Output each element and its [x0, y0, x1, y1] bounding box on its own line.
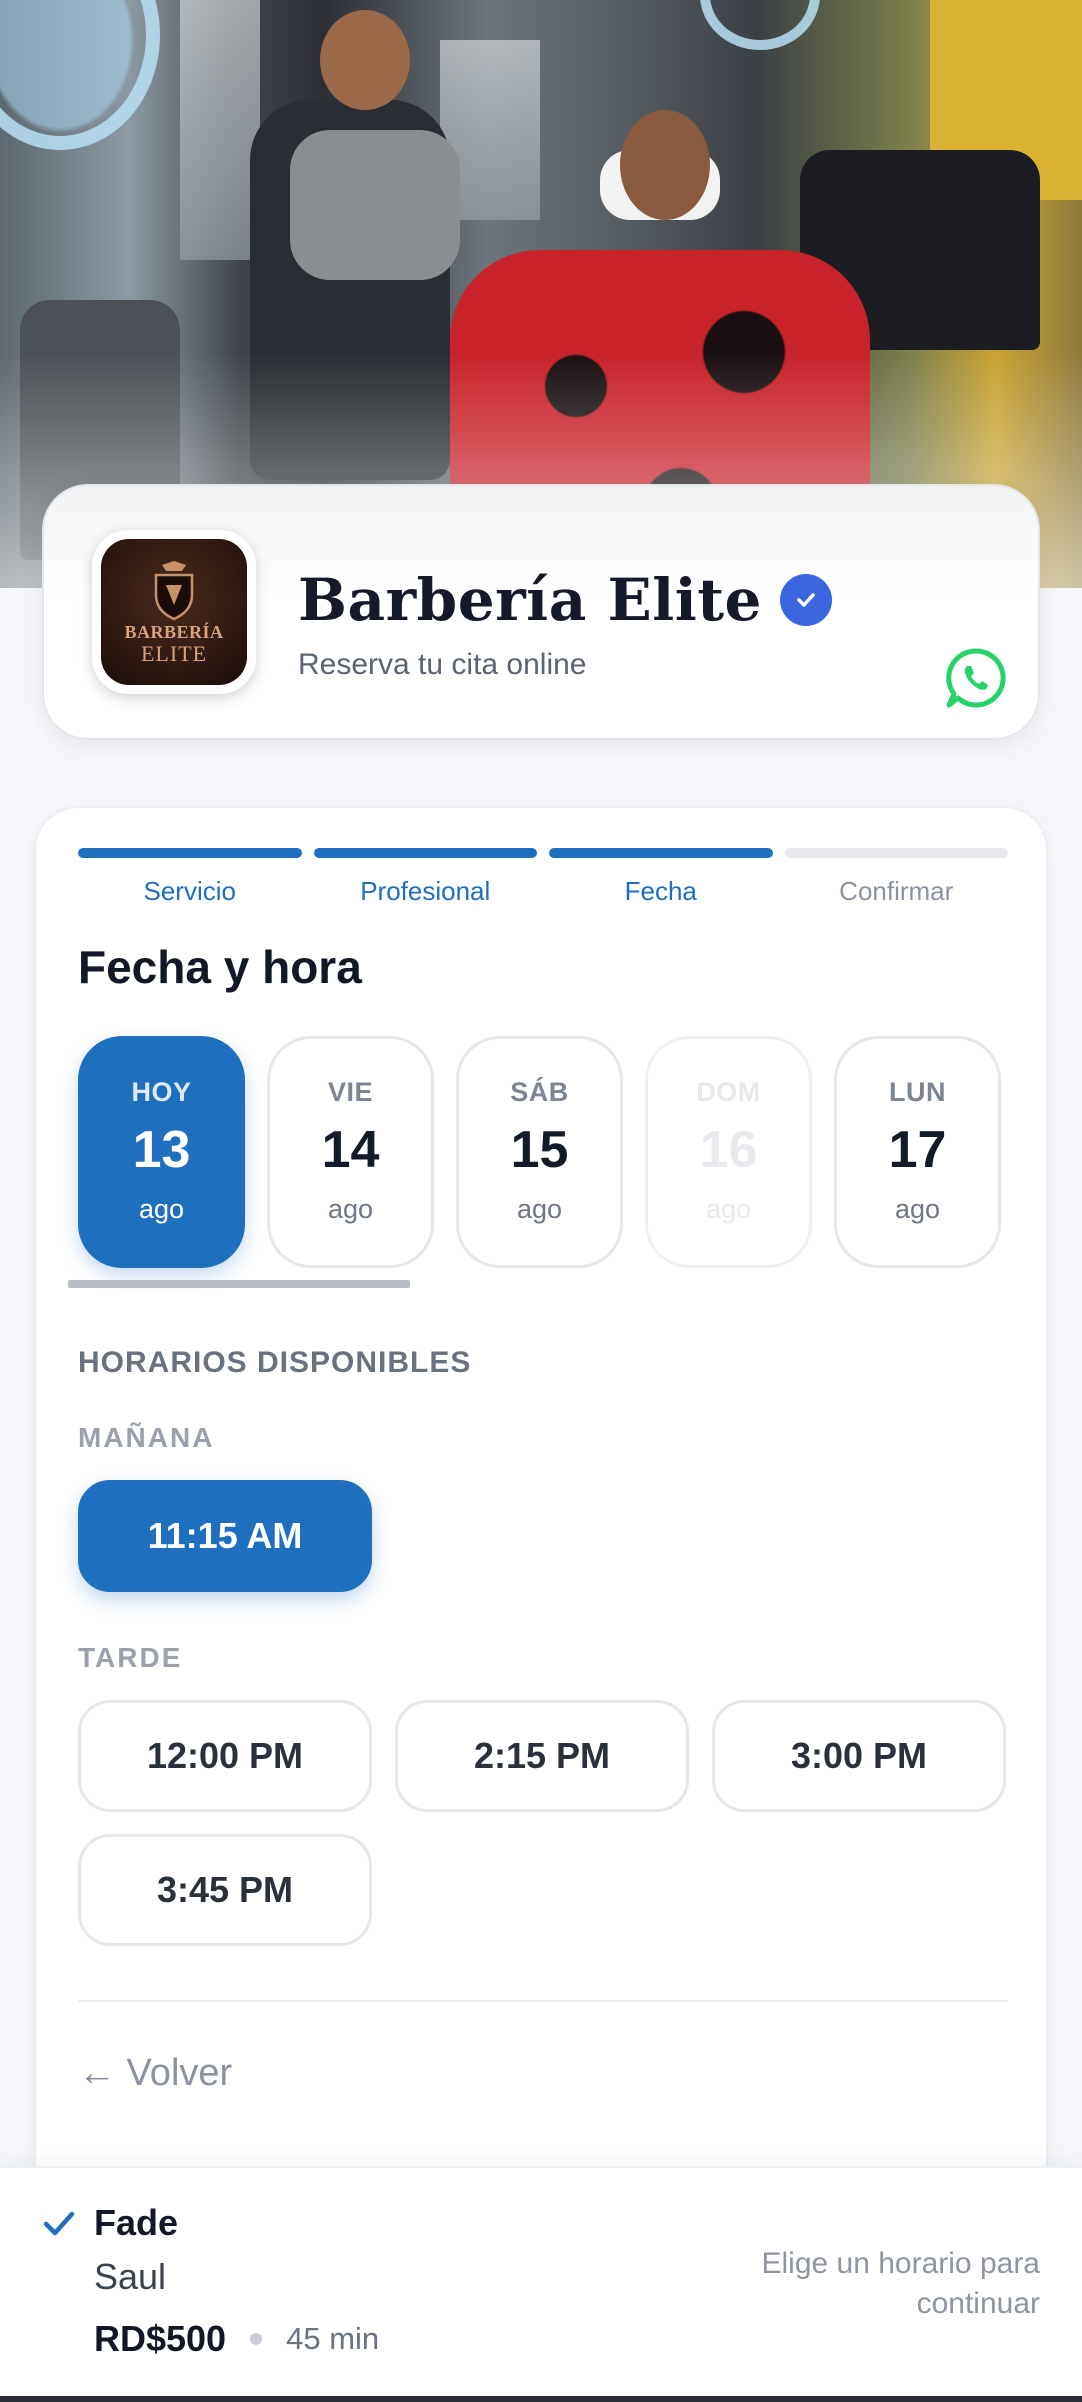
summary-service: Fade — [94, 2202, 179, 2243]
time-slot[interactable]: 12:00 PM — [78, 1700, 372, 1812]
ring-light — [700, 0, 820, 50]
towel — [600, 150, 720, 220]
summary-price: RD$500 — [94, 2318, 227, 2359]
mirror — [180, 0, 260, 260]
crest-icon — [154, 561, 194, 621]
date-option-sun: DOM 16 ago — [645, 1036, 812, 1268]
date-day: 17 — [888, 1121, 947, 1179]
date-option-fri[interactable]: VIE 14 ago — [267, 1036, 434, 1268]
yellow-wall — [930, 0, 1082, 200]
section-title: Fecha y hora — [78, 941, 362, 993]
date-month: ago — [894, 1194, 941, 1224]
mirror — [440, 40, 540, 220]
date-day: 15 — [510, 1121, 569, 1179]
barber — [250, 100, 450, 480]
back-button[interactable]: ← Volver — [78, 2052, 232, 2095]
summary-price-row: RD$500 45 min — [94, 2318, 379, 2360]
booking-card: Servicio Profesional Fecha Confirmar Fec… — [34, 806, 1048, 2402]
summary-duration: 45 min — [286, 2321, 380, 2356]
barber-chair — [800, 150, 1040, 350]
brand-subtitle: Reserva tu cita online — [298, 648, 587, 681]
date-month: ago — [138, 1194, 185, 1224]
time-slot[interactable]: 3:00 PM — [712, 1700, 1006, 1812]
time-slot[interactable]: 11:15 AM — [78, 1480, 372, 1592]
date-weekday: HOY — [131, 1077, 192, 1107]
client-head — [620, 110, 710, 220]
step-profesional[interactable]: Profesional — [313, 848, 537, 907]
step-fecha[interactable]: Fecha — [549, 848, 773, 907]
date-scrollbar[interactable] — [68, 1280, 410, 1288]
step-bar — [549, 848, 773, 858]
separator-dot — [250, 2333, 263, 2345]
divider — [78, 2000, 1008, 2002]
date-option-mon[interactable]: LUN 17 ago — [834, 1036, 1001, 1268]
morning-label: MAÑANA — [78, 1422, 215, 1453]
step-label: Fecha — [624, 876, 697, 906]
date-weekday: VIE — [327, 1077, 374, 1107]
brand-logo: BARBERÍA ELITE — [101, 539, 247, 685]
date-weekday: DOM — [696, 1077, 761, 1107]
date-month: ago — [327, 1194, 374, 1224]
whatsapp-icon[interactable] — [944, 646, 1008, 710]
date-month: ago — [705, 1194, 752, 1224]
step-servicio[interactable]: Servicio — [78, 848, 302, 907]
checkmark-icon — [43, 2211, 75, 2236]
date-month: ago — [516, 1194, 563, 1224]
step-bar — [784, 848, 1008, 858]
time-slot[interactable]: 2:15 PM — [395, 1700, 689, 1812]
date-picker[interactable]: HOY 13 ago VIE 14 ago SÁB 15 ago DOM 16 … — [78, 1036, 1001, 1268]
verified-badge-icon — [779, 574, 832, 626]
brand-card: BARBERÍA ELITE Barbería Elite Reserva tu… — [42, 484, 1040, 740]
date-day: 13 — [132, 1121, 191, 1179]
date-weekday: SÁB — [510, 1077, 569, 1107]
logo-text-line2: ELITE — [140, 641, 208, 666]
barber-head — [320, 10, 410, 110]
brand-title: Barbería Elite — [298, 566, 832, 634]
step-label: Servicio — [143, 876, 236, 906]
step-bar — [78, 848, 302, 858]
ring-light — [0, 0, 160, 150]
barber-shirt — [290, 130, 460, 280]
booking-summary-bar: Fade Saul RD$500 45 min Elige un horario… — [0, 2166, 1082, 2402]
logo-frame: BARBERÍA ELITE — [92, 530, 256, 694]
step-confirmar: Confirmar — [784, 848, 1008, 907]
progress-steps: Servicio Profesional Fecha Confirmar — [78, 848, 1008, 907]
step-label: Confirmar — [839, 876, 954, 906]
bottom-edge — [0, 2396, 1082, 2402]
date-option-today[interactable]: HOY 13 ago — [78, 1036, 245, 1268]
step-label: Profesional — [360, 876, 491, 906]
date-day: 16 — [699, 1121, 758, 1179]
date-weekday: LUN — [889, 1077, 946, 1107]
afternoon-label: TARDE — [78, 1642, 183, 1673]
continue-hint: Elige un horario para continuar — [761, 2247, 1040, 2320]
brand-name: Barbería Elite — [298, 566, 762, 634]
date-option-sat[interactable]: SÁB 15 ago — [456, 1036, 623, 1268]
summary-professional: Saul — [94, 2256, 167, 2297]
slots-heading: HORARIOS DISPONIBLES — [78, 1346, 472, 1379]
date-day: 14 — [321, 1121, 380, 1179]
time-slot[interactable]: 3:45 PM — [78, 1834, 372, 1946]
step-bar — [313, 848, 537, 858]
logo-text-line1: BARBERÍA — [124, 622, 224, 642]
